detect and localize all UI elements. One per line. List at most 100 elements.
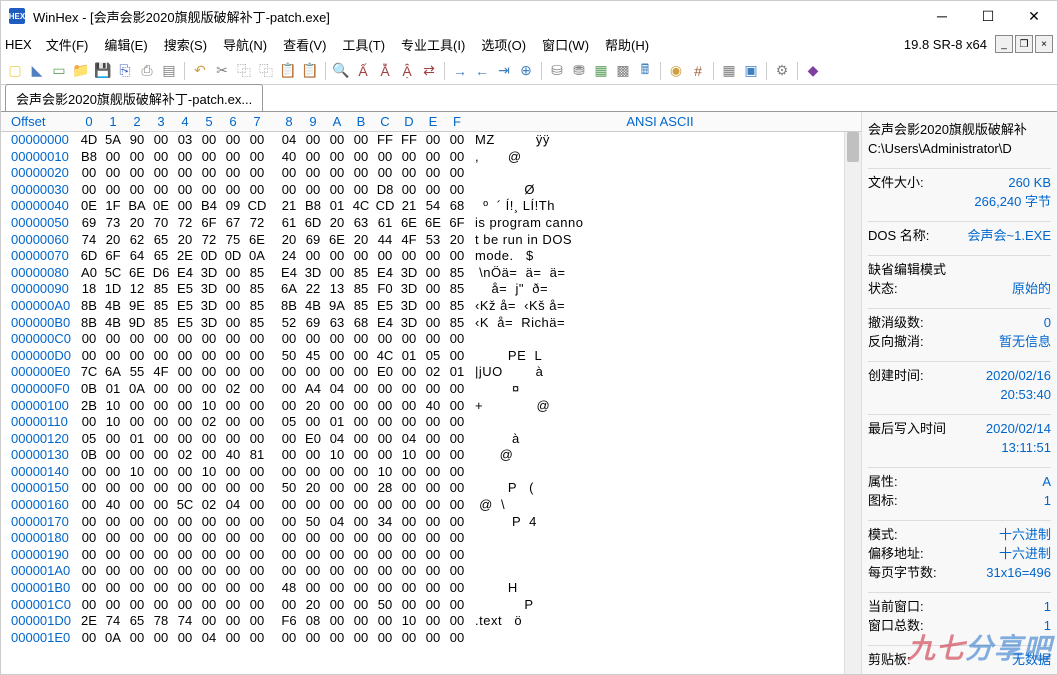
hex-byte[interactable]: 00 [349, 132, 373, 149]
hex-byte[interactable]: 00 [173, 580, 197, 597]
hex-byte[interactable]: 00 [325, 597, 349, 614]
hex-byte[interactable]: 20 [301, 398, 325, 415]
hex-byte[interactable]: E0 [373, 364, 397, 381]
hex-byte[interactable]: 00 [397, 630, 421, 647]
hex-byte[interactable]: 9D [125, 315, 149, 332]
hex-byte[interactable]: 00 [125, 165, 149, 182]
hex-byte[interactable]: 00 [421, 281, 445, 298]
hex-byte[interactable]: 00 [301, 447, 325, 464]
hex-byte[interactable]: 6E [325, 232, 349, 249]
hex-byte[interactable]: 50 [373, 597, 397, 614]
hex-byte[interactable]: 40 [101, 497, 125, 514]
copy-icon[interactable]: ⿻ [234, 61, 254, 81]
hex-byte[interactable]: 00 [349, 182, 373, 199]
hex-byte[interactable]: 00 [301, 331, 325, 348]
hex-byte[interactable]: 00 [149, 447, 173, 464]
hex-byte[interactable]: 00 [349, 364, 373, 381]
hex-byte[interactable]: 00 [245, 414, 269, 431]
hex-byte[interactable]: 34 [373, 514, 397, 531]
hex-byte[interactable]: 20 [445, 232, 469, 249]
hex-byte[interactable]: 62 [125, 232, 149, 249]
ascii-cell[interactable] [469, 530, 861, 547]
hex-row[interactable]: 0000005069732070726F6772616D2063616E6E6F… [1, 215, 861, 232]
hex-byte[interactable]: 00 [277, 447, 301, 464]
hex-row[interactable]: 000000400E1FBA0E00B409CD21B8014CCD215468… [1, 198, 861, 215]
hex-byte[interactable]: 01 [325, 198, 349, 215]
hex-byte[interactable]: 00 [149, 514, 173, 531]
hex-byte[interactable]: 00 [173, 398, 197, 415]
hex-byte[interactable]: 40 [277, 149, 301, 166]
hex-byte[interactable]: 00 [325, 547, 349, 564]
hex-byte[interactable]: 00 [77, 182, 101, 199]
hex-row[interactable]: 000001A000000000000000000000000000000000 [1, 563, 861, 580]
hex-row[interactable]: 000000D00000000000000000504500004C010500… [1, 348, 861, 365]
ascii-cell[interactable]: mode. $ [469, 248, 861, 265]
hex-byte[interactable]: 08 [301, 613, 325, 630]
hex-byte[interactable]: 00 [349, 580, 373, 597]
hex-byte[interactable]: 69 [301, 315, 325, 332]
hex-byte[interactable]: 6F [101, 248, 125, 265]
hex-byte[interactable]: 00 [197, 563, 221, 580]
hex-byte[interactable]: 50 [277, 348, 301, 365]
hex-byte[interactable]: 70 [149, 215, 173, 232]
maximize-button[interactable]: ☐ [965, 1, 1011, 31]
hex-byte[interactable]: 00 [77, 414, 101, 431]
ascii-cell[interactable]: Ø [469, 182, 861, 199]
hex-byte[interactable]: 00 [149, 464, 173, 481]
hex-row[interactable]: 00000160004000005C0204000000000000000000… [1, 497, 861, 514]
hex-row[interactable]: 000000B08B4B9D85E53D008552696368E43D0085… [1, 315, 861, 332]
hex-byte[interactable]: 00 [373, 613, 397, 630]
back-icon[interactable]: ← [472, 61, 492, 81]
hex-row[interactable]: 00000030000000000000000000000000D8000000… [1, 182, 861, 199]
hex-byte[interactable]: 0A [245, 248, 269, 265]
hex-byte[interactable]: 0A [125, 381, 149, 398]
hex-byte[interactable]: 00 [421, 248, 445, 265]
hex-byte[interactable]: 10 [325, 447, 349, 464]
hex-byte[interactable]: 20 [125, 215, 149, 232]
hex-byte[interactable]: 68 [445, 198, 469, 215]
hex-byte[interactable]: 00 [197, 149, 221, 166]
menu-3[interactable]: 导航(N) [215, 32, 275, 57]
hex-byte[interactable]: 0B [77, 447, 101, 464]
hex-byte[interactable]: 00 [325, 580, 349, 597]
hex-byte[interactable]: 00 [301, 132, 325, 149]
hex-byte[interactable]: 00 [101, 165, 125, 182]
hex-byte[interactable]: 02 [421, 364, 445, 381]
hex-byte[interactable]: 5C [173, 497, 197, 514]
hex-byte[interactable]: 00 [373, 431, 397, 448]
undo-icon[interactable]: ↶ [190, 61, 210, 81]
hex-byte[interactable]: 2E [173, 248, 197, 265]
hex-byte[interactable]: 04 [277, 132, 301, 149]
hex-byte[interactable]: 85 [349, 265, 373, 282]
hex-byte[interactable]: 00 [245, 348, 269, 365]
hex-byte[interactable]: 00 [373, 331, 397, 348]
hex-byte[interactable]: 00 [445, 547, 469, 564]
hex-byte[interactable]: 00 [101, 530, 125, 547]
hex-byte[interactable]: 00 [421, 464, 445, 481]
hex-byte[interactable]: 00 [245, 597, 269, 614]
close-button[interactable]: ✕ [1011, 1, 1057, 31]
ascii-cell[interactable]: |jUO à [469, 364, 861, 381]
hex-byte[interactable]: 13 [325, 281, 349, 298]
hex-byte[interactable]: 00 [445, 348, 469, 365]
hex-byte[interactable]: 5A [101, 132, 125, 149]
save-icon[interactable]: 💾 [93, 61, 113, 81]
hex-byte[interactable]: 00 [397, 464, 421, 481]
menu-0[interactable]: 文件(F) [38, 32, 97, 57]
menu-4[interactable]: 查看(V) [275, 32, 334, 57]
hex-byte[interactable]: 00 [245, 497, 269, 514]
hex-byte[interactable]: 00 [101, 597, 125, 614]
hex-row[interactable]: 000001B000000000000000004800000000000000… [1, 580, 861, 597]
hex-byte[interactable]: E5 [173, 281, 197, 298]
hex-byte[interactable]: 00 [373, 497, 397, 514]
hex-byte[interactable]: 00 [173, 464, 197, 481]
hex-byte[interactable]: 00 [325, 613, 349, 630]
hex-byte[interactable]: 00 [197, 597, 221, 614]
hex-byte[interactable]: 6F [445, 215, 469, 232]
hex-byte[interactable]: 00 [373, 398, 397, 415]
hex-byte[interactable]: 00 [421, 132, 445, 149]
menu-8[interactable]: 窗口(W) [534, 32, 597, 57]
hex-byte[interactable]: 01 [325, 414, 349, 431]
hex-row[interactable]: 000001D02E74657874000000F608000000100000… [1, 613, 861, 630]
hex-byte[interactable]: 00 [173, 381, 197, 398]
